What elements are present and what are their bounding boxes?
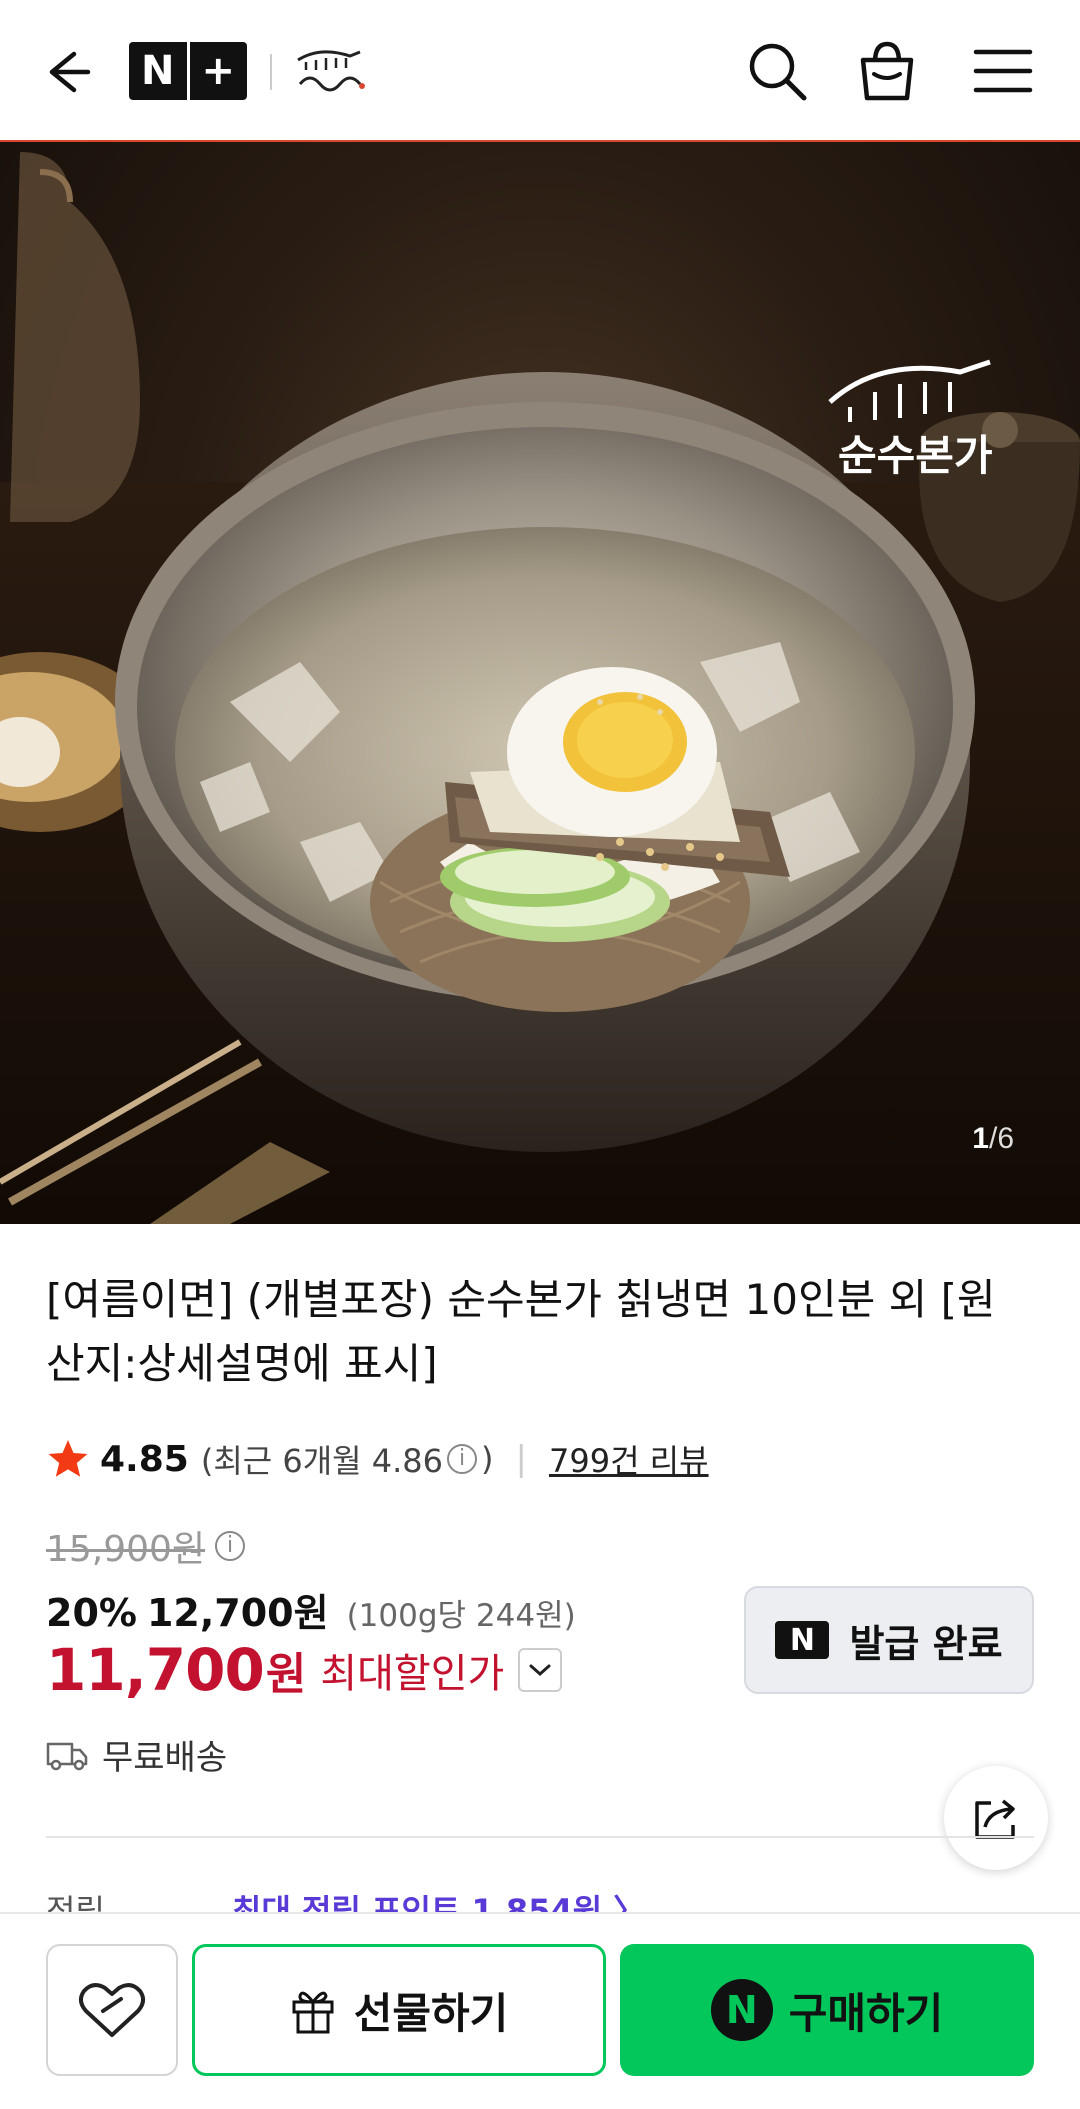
truck-icon [46, 1742, 88, 1770]
naver-plus-logo-n: N [141, 48, 175, 94]
top-header: N + [0, 0, 1080, 142]
buy-button[interactable]: N 구매하기 [620, 1944, 1034, 2076]
buy-label: 구매하기 [788, 1988, 944, 2038]
sale-price: 12,700원 [146, 1591, 329, 1635]
wishlist-button[interactable] [46, 1944, 178, 2076]
shipping-row: 무료배송 [46, 1730, 227, 1779]
naver-n-icon: N [775, 1621, 830, 1659]
discount-rate: 20% [46, 1591, 137, 1635]
search-icon[interactable] [744, 38, 810, 104]
price-info-icon[interactable]: i [215, 1531, 246, 1561]
max-discount-label: 최대할인가 [320, 1651, 505, 1697]
original-price-row: 15,900원 i [46, 1520, 249, 1572]
bottom-action-bar: 선물하기 N 구매하기 [0, 1912, 1080, 2109]
chevron-down-icon[interactable] [518, 1648, 563, 1692]
rating-separator: | [515, 1439, 527, 1479]
max-discount-won: 원 [265, 1649, 307, 1700]
recent-rating-text: (최근 6개월 4.86 [200, 1442, 444, 1480]
discount-row: 20% 12,700원 (100g당 244원) [46, 1582, 576, 1637]
coupon-issued-button[interactable]: N 발급 완료 [744, 1586, 1034, 1694]
menu-icon[interactable] [970, 38, 1036, 104]
recent-rating: (최근 6개월 4.86 i ) [201, 1436, 494, 1482]
original-price: 15,900원 [46, 1529, 206, 1570]
rating-row: 4.85 (최근 6개월 4.86 i ) | 799건 리뷰 [46, 1434, 709, 1484]
share-button[interactable] [944, 1766, 1048, 1870]
naver-plus-logo[interactable]: N + [129, 42, 247, 100]
image-counter: 1/6 [972, 1122, 1014, 1156]
unit-price: (100g당 244원) [346, 1598, 576, 1634]
heart-icon [79, 1983, 145, 2037]
star-icon [48, 1440, 88, 1477]
naver-pay-n-icon: N [710, 1979, 773, 2041]
product-photo-naengmyeon [0, 152, 1080, 1224]
rating-value: 4.85 [100, 1438, 189, 1480]
image-counter-total: 6 [997, 1122, 1014, 1155]
info-icon[interactable]: i [447, 1444, 478, 1474]
coupon-label: 발급 완료 [849, 1621, 1003, 1666]
naver-plus-logo-plus: + [201, 48, 235, 94]
hero-brand-watermark: 순수본가 [838, 431, 993, 480]
image-counter-current: 1 [972, 1122, 989, 1155]
product-image-carousel[interactable]: 순수본가 1/6 [0, 142, 1080, 1224]
shopping-bag-icon[interactable] [854, 38, 920, 104]
back-arrow-icon[interactable] [34, 42, 94, 102]
max-discount-row: 11,700 원 최대할인가 [46, 1636, 563, 1704]
store-logo-icon[interactable] [290, 40, 370, 100]
recent-rating-close: ) [481, 1440, 494, 1478]
gift-icon [292, 1991, 334, 2034]
max-discount-price: 11,700 [46, 1636, 265, 1704]
gift-button[interactable]: 선물하기 [192, 1944, 606, 2076]
review-count-link[interactable]: 799건 리뷰 [549, 1436, 709, 1482]
header-divider [270, 54, 272, 90]
shipping-text: 무료배송 [102, 1738, 228, 1778]
product-title: [여름이면] (개별포장) 순수본가 칡냉면 10인분 외 [원산지:상세설명에… [46, 1275, 996, 1388]
gift-label: 선물하기 [353, 1988, 509, 2038]
section-divider [46, 1836, 1034, 1838]
